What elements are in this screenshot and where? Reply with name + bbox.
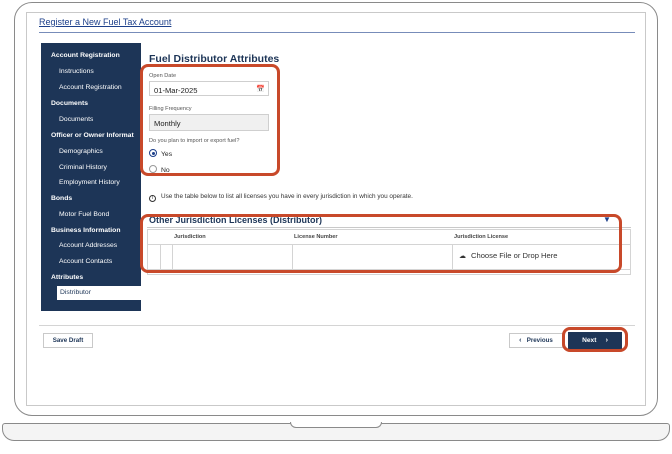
register-account-link[interactable]: Register a New Fuel Tax Account [39,17,171,27]
sidebar-item-documents[interactable]: Documents [59,116,93,123]
sidebar-nav: Account Registration Instructions Accoun… [41,43,141,311]
table-header-divider [148,244,630,245]
licenses-table-title: Other Jurisdiction Licenses (Distributor… [149,215,323,225]
upload-label: Choose File or Drop Here [471,251,558,260]
table-title-divider [147,227,631,228]
sidebar-item-account-addresses[interactable]: Account Addresses [59,242,117,249]
sidebar-item-demographics[interactable]: Demographics [59,148,103,155]
sidebar-item-account-registration[interactable]: Account Registration [59,84,122,91]
footer-divider [39,325,635,326]
open-date-value: 01-Mar-2025 [154,86,198,95]
sidebar-item-criminal-history[interactable]: Criminal History [59,164,107,171]
sidebar-section-account-registration[interactable]: Account Registration [51,52,120,59]
chevron-left-icon: ‹ [519,337,522,344]
sidebar-item-account-contacts[interactable]: Account Contacts [59,258,112,265]
laptop-notch [290,422,382,428]
open-date-field[interactable]: 01-Mar-2025 📅 [149,81,269,96]
info-message: i Use the table below to list all license… [149,193,413,202]
column-header-license-number[interactable]: License Number [294,234,338,240]
column-divider [452,245,453,269]
previous-label: Previous [526,337,553,344]
sidebar-item-motor-fuel-bond[interactable]: Motor Fuel Bond [59,211,109,218]
column-divider [172,245,173,269]
form-title: Fuel Distributor Attributes [149,53,280,65]
import-export-question: Do you plan to import or export fuel? [149,138,240,144]
screen: Register a New Fuel Tax Account Account … [26,12,646,406]
radio-option-no[interactable]: No [149,165,170,174]
column-header-jurisdiction[interactable]: Jurisdiction [174,234,206,240]
open-date-label: Open Date [149,73,177,79]
filing-frequency-field: Monthly [149,114,269,131]
save-draft-button[interactable]: Save Draft [43,333,93,348]
sidebar-item-instructions[interactable]: Instructions [59,68,94,75]
filing-frequency-value: Monthly [154,119,181,128]
sidebar-section-attributes[interactable]: Attributes [51,274,83,281]
file-upload-dropzone[interactable]: ☁ Choose File or Drop Here [459,251,558,260]
column-header-jurisdiction-license[interactable]: Jurisdiction License [454,234,508,240]
table-row-divider [148,269,630,270]
calendar-icon[interactable]: 📅 [256,85,265,93]
column-divider [292,245,293,269]
previous-button[interactable]: ‹ Previous [509,333,563,348]
radio-yes-indicator[interactable] [149,149,157,157]
sidebar-item-employment-history[interactable]: Employment History [59,179,120,186]
next-label: Next [582,337,597,344]
radio-no-label: No [161,167,170,174]
sidebar-section-bonds[interactable]: Bonds [51,195,72,202]
sidebar-section-officer-owner[interactable]: Officer or Owner Informat [51,132,134,139]
info-text: Use the table below to list all licenses… [161,193,413,200]
filter-icon[interactable]: ▼ [603,215,611,224]
column-divider [160,245,161,269]
radio-option-yes[interactable]: Yes [149,149,172,158]
sidebar-item-distributor[interactable]: Distributor [57,286,141,300]
next-button[interactable]: Next › [568,332,622,349]
header-divider [39,32,635,33]
radio-no-indicator[interactable] [149,165,157,173]
cloud-upload-icon: ☁ [459,253,466,260]
sidebar-section-business-information[interactable]: Business Information [51,227,121,234]
licenses-table: Jurisdiction License Number Jurisdiction… [147,229,631,275]
main-content: Fuel Distributor Attributes Open Date 01… [141,43,637,311]
sidebar-section-documents[interactable]: Documents [51,100,88,107]
chevron-right-icon: › [605,337,608,344]
info-icon: i [149,195,156,202]
radio-yes-label: Yes [161,151,173,158]
filing-frequency-label: Filling Frequency [149,106,192,112]
